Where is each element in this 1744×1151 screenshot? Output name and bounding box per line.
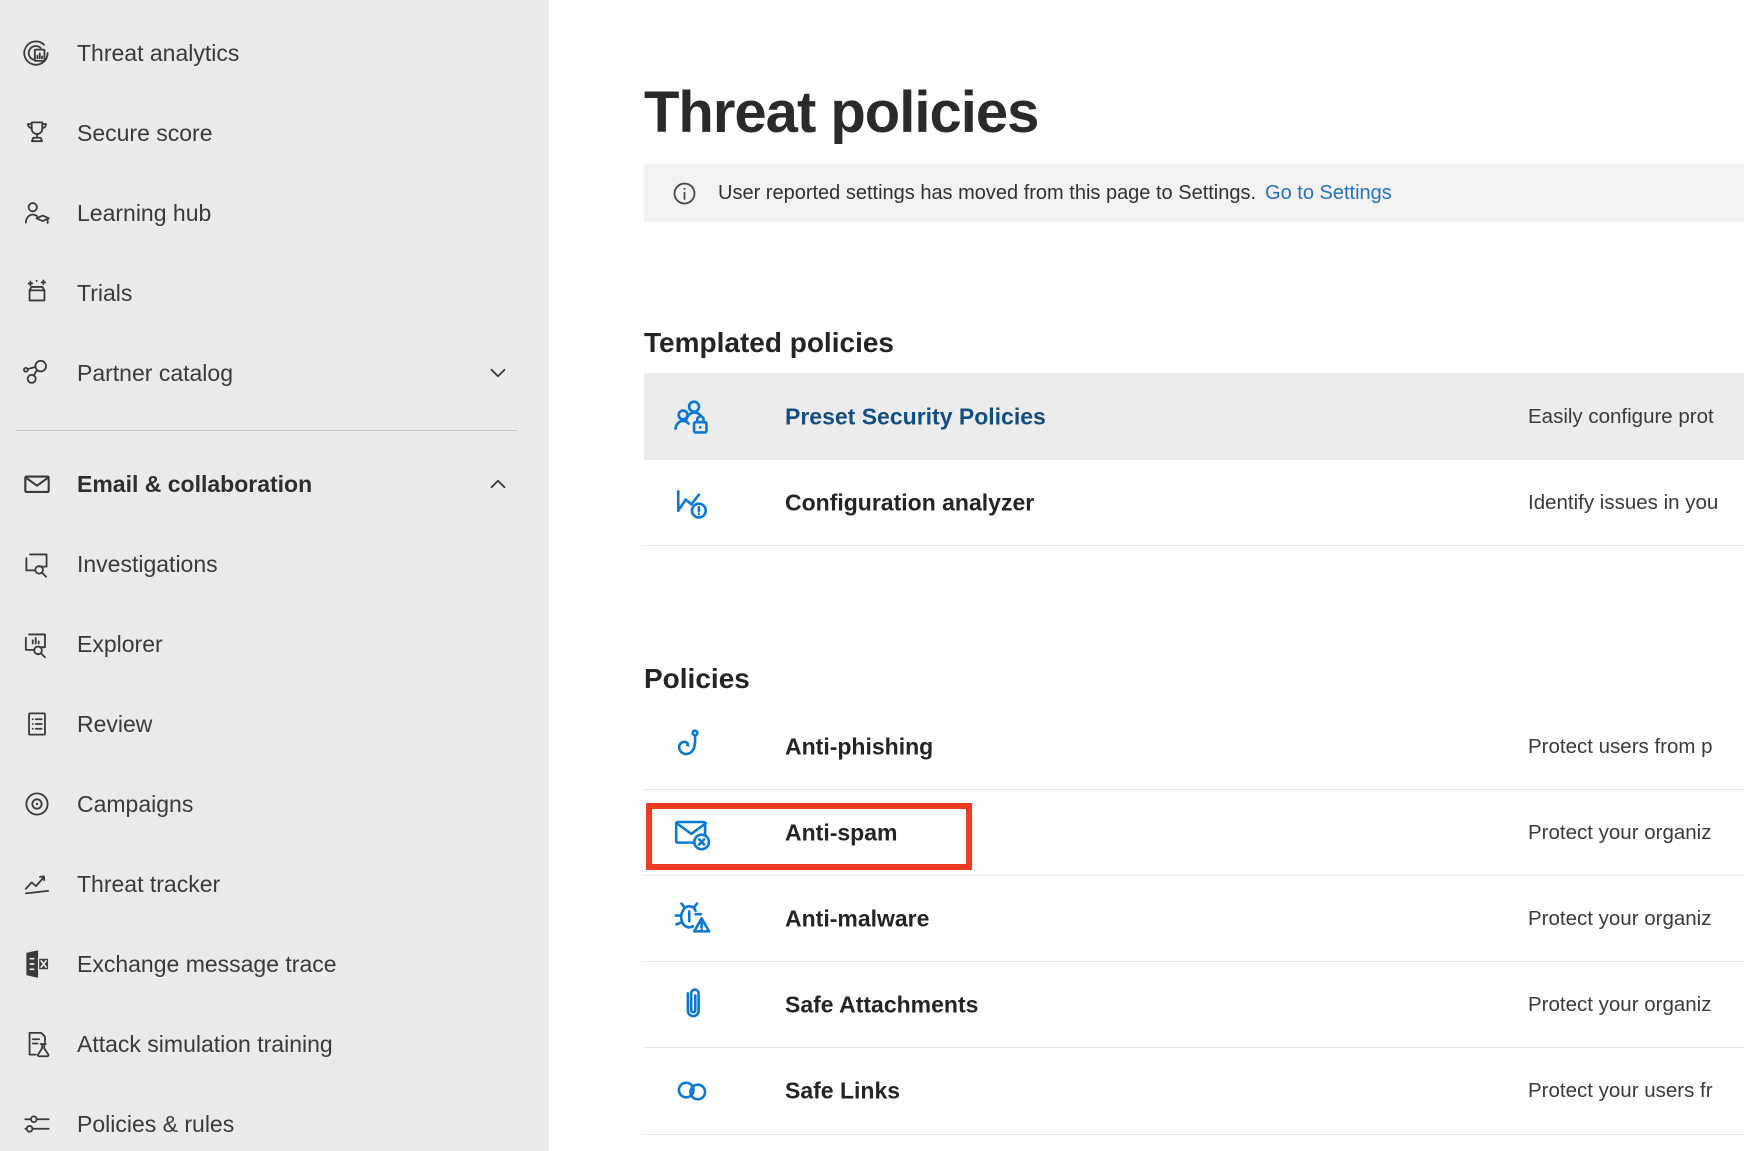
row-title: Anti-spam — [785, 819, 897, 846]
anti-phishing-icon — [670, 725, 714, 769]
row-anti-phishing[interactable]: Anti-phishing Protect users from p — [644, 704, 1744, 790]
row-safe-attachments[interactable]: Safe Attachments Protect your organiz — [644, 962, 1744, 1048]
sidebar-item-learning-hub[interactable]: Learning hub — [0, 173, 549, 253]
app-root: Threat analytics Secure score — [0, 0, 1744, 1151]
sidebar: Threat analytics Secure score — [0, 0, 549, 1151]
threat-analytics-icon — [20, 36, 54, 70]
sidebar-item-label: Explorer — [77, 631, 163, 658]
row-title: Anti-phishing — [785, 733, 933, 760]
row-anti-spam[interactable]: Anti-spam Protect your organiz — [644, 790, 1744, 876]
exchange-icon — [20, 947, 54, 981]
sidebar-item-label: Exchange message trace — [77, 951, 337, 978]
row-configuration-analyzer[interactable]: Configuration analyzer Identify issues i… — [644, 460, 1744, 546]
row-description: Protect your organiz — [1528, 907, 1711, 931]
row-title: Preset Security Policies — [785, 403, 1046, 430]
campaigns-icon — [20, 787, 54, 821]
sidebar-item-exchange-message-trace[interactable]: Exchange message trace — [0, 924, 549, 1004]
chevron-down-icon — [485, 360, 511, 386]
threat-tracker-icon — [20, 867, 54, 901]
review-icon — [20, 707, 54, 741]
preset-security-icon — [670, 395, 714, 439]
attack-simulation-icon — [20, 1027, 54, 1061]
sidebar-item-attack-simulation-training[interactable]: Attack simulation training — [0, 1004, 549, 1084]
investigations-icon — [20, 547, 54, 581]
sidebar-item-label: Secure score — [77, 120, 213, 147]
row-description: Protect your organiz — [1528, 993, 1711, 1017]
safe-links-icon — [670, 1069, 714, 1113]
sidebar-item-campaigns[interactable]: Campaigns — [0, 764, 549, 844]
anti-spam-icon — [670, 811, 714, 855]
sidebar-item-trials[interactable]: Trials — [0, 253, 549, 333]
row-description: Protect your organiz — [1528, 821, 1711, 845]
sidebar-item-investigations[interactable]: Investigations — [0, 524, 549, 604]
go-to-settings-link[interactable]: Go to Settings — [1265, 182, 1392, 205]
sidebar-item-label: Policies & rules — [77, 1111, 234, 1138]
sidebar-divider — [16, 430, 517, 431]
sidebar-item-policies-rules[interactable]: Policies & rules — [0, 1084, 549, 1151]
sidebar-item-secure-score[interactable]: Secure score — [0, 93, 549, 173]
sidebar-item-partner-catalog[interactable]: Partner catalog — [0, 333, 549, 413]
safe-attachments-icon — [670, 983, 714, 1027]
row-description: Identify issues in you — [1528, 491, 1718, 515]
sidebar-item-review[interactable]: Review — [0, 684, 549, 764]
row-anti-malware[interactable]: Anti-malware Protect your organiz — [644, 876, 1744, 962]
sidebar-item-label: Investigations — [77, 551, 218, 578]
secure-score-icon — [20, 116, 54, 150]
sidebar-item-threat-tracker[interactable]: Threat tracker — [0, 844, 549, 924]
page-title: Threat policies — [644, 81, 1038, 145]
row-title: Safe Links — [785, 1078, 900, 1105]
sidebar-item-email-collaboration[interactable]: Email & collaboration — [0, 444, 549, 524]
info-icon — [670, 179, 699, 208]
configuration-analyzer-icon — [670, 481, 714, 525]
learning-hub-icon — [20, 196, 54, 230]
sidebar-item-label: Review — [77, 711, 152, 738]
sidebar-item-label: Threat analytics — [77, 40, 239, 67]
policies-rules-icon — [20, 1107, 54, 1141]
sidebar-item-label: Learning hub — [77, 200, 211, 227]
chevron-up-icon — [485, 471, 511, 497]
sidebar-item-label: Email & collaboration — [77, 471, 312, 498]
row-description: Protect your users fr — [1528, 1079, 1713, 1103]
section-heading-policies: Policies — [644, 663, 750, 695]
sidebar-nav: Threat analytics Secure score — [0, 0, 549, 1151]
info-banner: User reported settings has moved from th… — [644, 164, 1744, 222]
sidebar-item-label: Campaigns — [77, 791, 193, 818]
explorer-icon — [20, 627, 54, 661]
banner-text: User reported settings has moved from th… — [718, 182, 1256, 205]
sidebar-item-label: Threat tracker — [77, 871, 220, 898]
sidebar-item-threat-analytics[interactable]: Threat analytics — [0, 13, 549, 93]
row-title: Anti-malware — [785, 905, 929, 932]
row-title: Configuration analyzer — [785, 489, 1034, 516]
sidebar-item-label: Partner catalog — [77, 360, 233, 387]
sidebar-item-label: Trials — [77, 280, 132, 307]
anti-malware-icon — [670, 897, 714, 941]
sidebar-item-explorer[interactable]: Explorer — [0, 604, 549, 684]
row-preset-security-policies[interactable]: Preset Security Policies Easily configur… — [644, 373, 1744, 460]
trials-icon — [20, 276, 54, 310]
row-description: Easily configure prot — [1528, 405, 1714, 429]
row-description: Protect users from p — [1528, 735, 1713, 759]
row-title: Safe Attachments — [785, 991, 978, 1018]
partner-catalog-icon — [20, 356, 54, 390]
row-safe-links[interactable]: Safe Links Protect your users fr — [644, 1048, 1744, 1135]
sidebar-item-label: Attack simulation training — [77, 1031, 333, 1058]
email-icon — [20, 467, 54, 501]
section-heading-templated-policies: Templated policies — [644, 327, 894, 359]
